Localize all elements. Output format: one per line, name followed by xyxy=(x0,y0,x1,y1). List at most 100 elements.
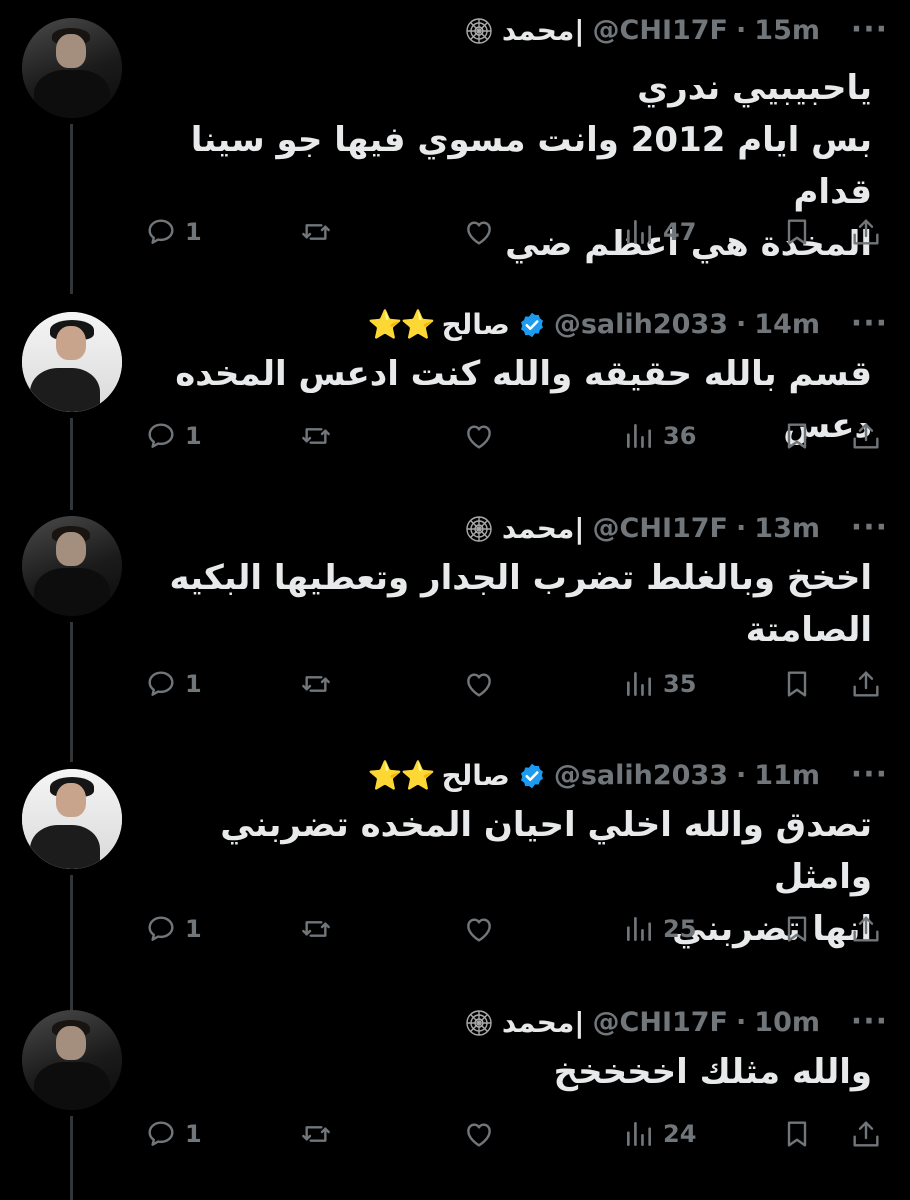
share-button[interactable] xyxy=(850,1114,882,1154)
thread-line xyxy=(70,124,73,294)
retweet-button[interactable] xyxy=(300,909,332,949)
share-icon xyxy=(853,1121,879,1147)
user-handle[interactable]: @CHI17F xyxy=(593,513,728,544)
thread-line xyxy=(70,418,73,510)
user-handle[interactable]: @salih2033 xyxy=(554,309,728,340)
bookmark-button[interactable] xyxy=(781,416,813,456)
reply-button[interactable]: 1 xyxy=(145,212,202,252)
views-button[interactable]: 47 xyxy=(623,212,696,252)
timestamp[interactable]: 10m xyxy=(754,1007,820,1038)
avatar[interactable] xyxy=(22,769,122,869)
retweet-icon xyxy=(302,428,330,444)
heart-icon xyxy=(467,918,491,942)
display-name[interactable]: صالح xyxy=(442,308,510,341)
avatar[interactable] xyxy=(22,516,122,616)
views-icon xyxy=(627,917,651,941)
reply-icon xyxy=(148,423,174,448)
more-options-icon[interactable]: ··· xyxy=(851,12,888,47)
bookmark-icon xyxy=(787,423,807,449)
tweet[interactable]: محمد| @CHI17F · 13m ··· اخخخ وبالغلط تضر… xyxy=(0,500,910,762)
share-icon xyxy=(853,423,879,449)
thread-line xyxy=(70,622,73,762)
retweet-icon xyxy=(302,676,330,692)
tweet[interactable]: محمد| @CHI17F · 15m ··· ياحبيبيي ندري بس… xyxy=(0,0,910,294)
retweet-icon xyxy=(302,1126,330,1142)
reply-count: 1 xyxy=(185,218,202,246)
tweet-text: اخخخ وبالغلط تضرب الجدار وتعطيها البكيه … xyxy=(169,558,872,650)
user-handle[interactable]: @CHI17F xyxy=(593,1007,728,1038)
timestamp[interactable]: 14m xyxy=(754,309,820,340)
like-button[interactable] xyxy=(463,1114,495,1154)
share-icon xyxy=(853,219,879,245)
avatar[interactable] xyxy=(22,1010,122,1110)
display-name[interactable]: صالح xyxy=(442,759,510,792)
views-button[interactable]: 24 xyxy=(623,1114,696,1154)
tweet[interactable]: محمد| @CHI17F · 10m ··· والله مثلك اخخخخ… xyxy=(0,1000,910,1200)
stars-emoji: ⭐⭐ xyxy=(367,308,436,341)
reply-icon xyxy=(148,1121,174,1146)
display-name[interactable]: محمد| xyxy=(502,512,585,545)
retweet-button[interactable] xyxy=(300,664,332,704)
views-icon xyxy=(627,424,651,448)
separator: · xyxy=(736,309,747,340)
verified-icon xyxy=(520,312,543,337)
display-name[interactable]: محمد| xyxy=(502,14,585,47)
bookmark-icon xyxy=(787,219,807,245)
like-button[interactable] xyxy=(463,416,495,456)
reply-button[interactable]: 1 xyxy=(145,664,202,704)
user-handle[interactable]: @CHI17F xyxy=(593,15,728,46)
bookmark-icon xyxy=(787,671,807,697)
tweet-header: محمد| @CHI17F · 10m xyxy=(464,1006,820,1039)
thread-line xyxy=(70,875,73,1010)
bookmark-icon xyxy=(787,916,807,942)
retweet-button[interactable] xyxy=(300,1114,332,1154)
more-options-icon[interactable]: ··· xyxy=(851,757,888,792)
like-button[interactable] xyxy=(463,212,495,252)
reply-button[interactable]: 1 xyxy=(145,416,202,456)
views-button[interactable]: 25 xyxy=(623,909,696,949)
timestamp[interactable]: 15m xyxy=(754,15,820,46)
bookmark-button[interactable] xyxy=(781,909,813,949)
share-icon xyxy=(853,671,879,697)
view-count: 25 xyxy=(663,915,697,943)
tweet-actions: 1 36 xyxy=(145,416,890,456)
separator: · xyxy=(736,15,747,46)
display-name[interactable]: محمد| xyxy=(502,1006,585,1039)
share-button[interactable] xyxy=(850,212,882,252)
share-icon xyxy=(853,916,879,942)
reply-button[interactable]: 1 xyxy=(145,909,202,949)
share-button[interactable] xyxy=(850,909,882,949)
bookmark-button[interactable] xyxy=(781,664,813,704)
view-count: 36 xyxy=(663,422,697,450)
bookmark-icon xyxy=(787,1121,807,1147)
reply-count: 1 xyxy=(185,915,202,943)
bookmark-button[interactable] xyxy=(781,1114,813,1154)
share-button[interactable] xyxy=(850,416,882,456)
timestamp[interactable]: 11m xyxy=(754,760,820,791)
heart-icon xyxy=(467,1123,491,1147)
retweet-button[interactable] xyxy=(300,212,332,252)
reply-button[interactable]: 1 xyxy=(145,1114,202,1154)
tweet-header: محمد| @CHI17F · 15m xyxy=(464,14,820,47)
share-button[interactable] xyxy=(850,664,882,704)
more-options-icon[interactable]: ··· xyxy=(851,510,888,545)
views-icon xyxy=(627,1122,651,1146)
bookmark-button[interactable] xyxy=(781,212,813,252)
like-button[interactable] xyxy=(463,909,495,949)
retweet-button[interactable] xyxy=(300,416,332,456)
user-handle[interactable]: @salih2033 xyxy=(554,760,728,791)
verified-icon xyxy=(520,763,543,788)
like-button[interactable] xyxy=(463,664,495,704)
more-options-icon[interactable]: ··· xyxy=(851,1004,888,1039)
avatar[interactable] xyxy=(22,18,122,118)
tweet[interactable]: ⭐⭐ صالح @salih2033 · 11m ··· تصدق والله … xyxy=(0,755,910,1010)
retweet-icon xyxy=(302,921,330,937)
views-button[interactable]: 36 xyxy=(623,416,696,456)
more-options-icon[interactable]: ··· xyxy=(851,306,888,341)
tweet[interactable]: ⭐⭐ صالح @salih2033 · 14m ··· قسم بالله ح… xyxy=(0,290,910,510)
web-icon xyxy=(466,515,492,542)
avatar[interactable] xyxy=(22,312,122,412)
view-count: 24 xyxy=(663,1120,697,1148)
views-button[interactable]: 35 xyxy=(623,664,696,704)
timestamp[interactable]: 13m xyxy=(754,513,820,544)
